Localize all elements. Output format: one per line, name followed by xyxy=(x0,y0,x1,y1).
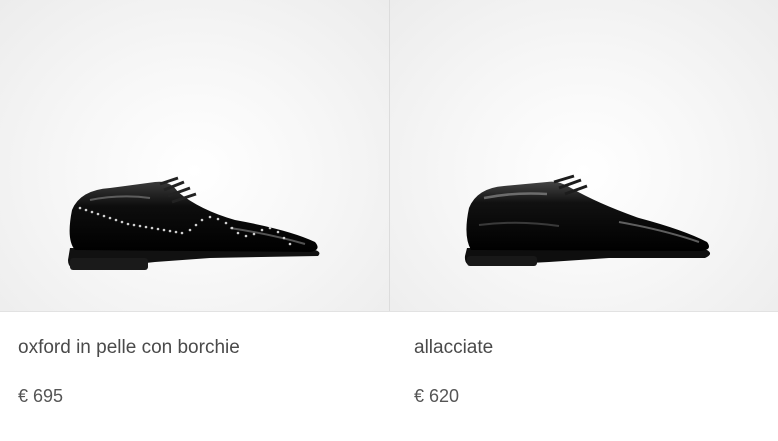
product-name[interactable]: oxford in pelle con borchie xyxy=(18,337,240,359)
column-divider xyxy=(389,0,390,311)
product-price: € 620 xyxy=(414,386,459,407)
derby-shoe-icon xyxy=(464,174,711,266)
price-value: 695 xyxy=(33,386,64,406)
price-currency: € xyxy=(414,386,425,406)
product-grid: oxford in pelle con borchie € 695 allacc… xyxy=(0,0,778,441)
product-card-oxford[interactable]: oxford in pelle con borchie € 695 xyxy=(0,0,389,441)
price-currency: € xyxy=(18,386,29,406)
product-image-area[interactable] xyxy=(0,0,389,311)
product-name[interactable]: allacciate xyxy=(414,337,493,359)
row-divider xyxy=(0,311,778,312)
product-image-area[interactable] xyxy=(389,0,778,311)
studded-oxford-shoe-icon xyxy=(68,176,320,270)
product-price: € 695 xyxy=(18,386,63,407)
product-card-derby[interactable]: allacciate € 620 xyxy=(389,0,778,441)
price-value: 620 xyxy=(429,386,460,406)
